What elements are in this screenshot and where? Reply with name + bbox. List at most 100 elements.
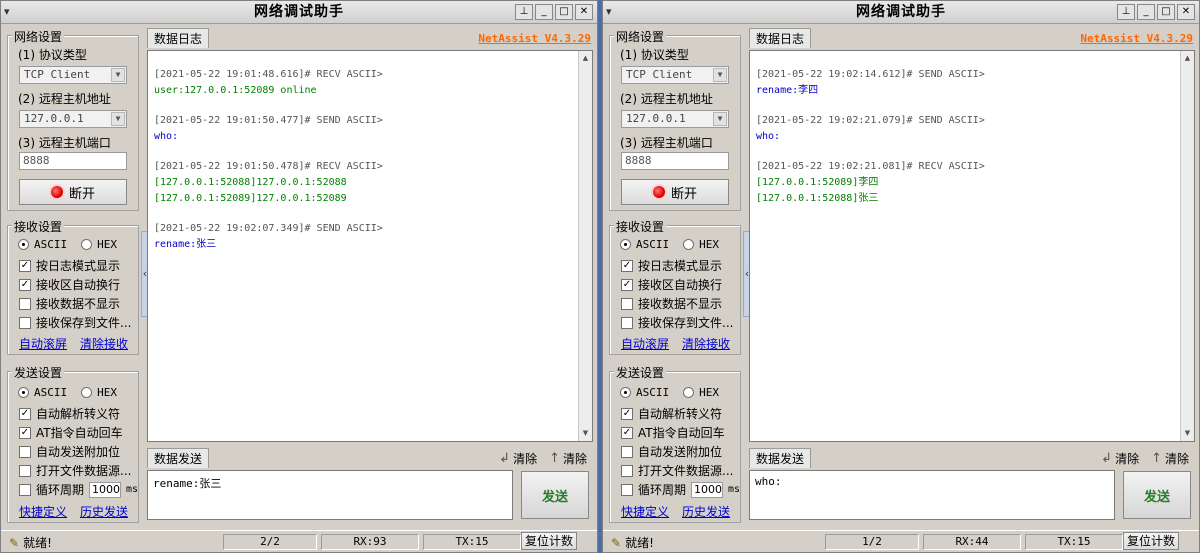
title-bar[interactable]: ▾ 网络调试助手 ⊥ _ □ ✕ — [1, 1, 597, 24]
disconnect-button[interactable]: 断开 — [19, 179, 127, 205]
send-append-bit-checkbox[interactable]: 自动发送附加位 — [621, 443, 722, 460]
send-escape-checkbox[interactable]: ✓ 自动解析转义符 — [621, 405, 722, 422]
log-entry-header: [2021-05-22 19:01:50.477]# SEND ASCII> — [154, 115, 383, 126]
send-ascii-radio[interactable]: ASCII — [18, 386, 67, 399]
host-input[interactable]: 127.0.0.1 ▼ — [621, 110, 729, 128]
recv-ascii-radio[interactable]: ASCII — [18, 238, 67, 251]
close-button[interactable]: ✕ — [575, 4, 593, 20]
minimize-button[interactable]: _ — [535, 4, 553, 20]
data-log-area[interactable]: [2021-05-22 19:02:14.612]# SEND ASCII> re… — [749, 50, 1195, 442]
arrow-down-icon: ↲ — [1101, 451, 1113, 466]
protocol-select[interactable]: TCP Client ▼ — [19, 66, 127, 84]
cycle-unit: ms — [728, 484, 741, 495]
send-file-source-checkbox[interactable]: 打开文件数据源... — [19, 462, 131, 479]
send-file-source-checkbox[interactable]: 打开文件数据源... — [621, 462, 733, 479]
log-entry: [2021-05-22 19:02:07.349]# SEND ASCII> re… — [154, 221, 574, 253]
tab-data-log[interactable]: 数据日志 — [147, 28, 210, 48]
clear-send-button[interactable]: ↑ 清除 — [1151, 450, 1189, 467]
history-link[interactable]: 历史发送 — [682, 503, 730, 520]
log-scrollbar[interactable]: ▲ ▼ — [578, 51, 592, 441]
send-cycle-checkbox[interactable]: 循环周期 1000 ms — [621, 481, 740, 498]
send-hex-radio[interactable]: HEX — [81, 386, 117, 399]
clear-receive-link[interactable]: 清除接收 — [682, 335, 730, 352]
recv-hex-radio[interactable]: HEX — [683, 238, 719, 251]
log-content: [2021-05-22 19:01:48.616]# RECV ASCII> us… — [154, 67, 574, 267]
autoscroll-link[interactable]: 自动滚屏 — [621, 335, 669, 352]
shortcut-link[interactable]: 快捷定义 — [621, 503, 669, 520]
protocol-select[interactable]: TCP Client ▼ — [621, 66, 729, 84]
brand-link[interactable]: NetAssist V4.3.29 — [1080, 32, 1193, 45]
host-input[interactable]: 127.0.0.1 ▼ — [19, 110, 127, 128]
status-ready: ✎ 就绪! — [611, 535, 654, 551]
send-hex-radio[interactable]: HEX — [683, 386, 719, 399]
status-count: 1/2 — [825, 534, 919, 550]
close-button[interactable]: ✕ — [1177, 4, 1195, 20]
recv-hide-data-checkbox[interactable]: 接收数据不显示 — [621, 295, 722, 312]
settings-panel: 网络设置 (1) 协议类型 TCP Client ▼ (2) 远程主机地址 12… — [7, 27, 139, 528]
shortcut-link[interactable]: 快捷定义 — [19, 503, 67, 520]
maximize-button[interactable]: □ — [555, 4, 573, 20]
send-settings-label: 发送设置 — [614, 364, 667, 381]
recv-log-mode-checkbox[interactable]: ✓ 按日志模式显示 — [621, 257, 722, 274]
log-scrollbar[interactable]: ▲ ▼ — [1180, 51, 1194, 441]
send-escape-checkbox[interactable]: ✓ 自动解析转义符 — [19, 405, 120, 422]
reset-count-button[interactable]: 复位计数 — [521, 532, 577, 550]
recv-save-file-checkbox[interactable]: 接收保存到文件... — [621, 314, 733, 331]
send-cycle-checkbox[interactable]: 循环周期 1000 ms — [19, 481, 138, 498]
scroll-up-icon[interactable]: ▲ — [580, 53, 591, 64]
minimize-button[interactable]: _ — [1137, 4, 1155, 20]
history-link[interactable]: 历史发送 — [80, 503, 128, 520]
tab-data-send[interactable]: 数据发送 — [147, 448, 210, 468]
tab-data-log[interactable]: 数据日志 — [749, 28, 812, 48]
chevron-down-icon[interactable]: ▼ — [713, 68, 727, 82]
port-input[interactable]: 8888 — [19, 152, 127, 170]
chevron-down-icon[interactable]: ▼ — [713, 112, 727, 126]
log-line: who: — [756, 131, 781, 142]
recv-log-mode-checkbox[interactable]: ✓ 按日志模式显示 — [19, 257, 120, 274]
pin-icon[interactable]: ⊥ — [515, 4, 533, 20]
disconnect-button[interactable]: 断开 — [621, 179, 729, 205]
send-ascii-radio[interactable]: ASCII — [620, 386, 669, 399]
brand-link[interactable]: NetAssist V4.3.29 — [478, 32, 591, 45]
cycle-period-input[interactable]: 1000 — [89, 481, 122, 498]
tab-data-send[interactable]: 数据发送 — [749, 448, 812, 468]
port-input[interactable]: 8888 — [621, 152, 729, 170]
autoscroll-link[interactable]: 自动滚屏 — [19, 335, 67, 352]
cycle-period-input[interactable]: 1000 — [691, 481, 724, 498]
receive-settings-label: 接收设置 — [614, 218, 667, 235]
send-at-cr-checkbox[interactable]: ✓ AT指令自动回车 — [621, 424, 725, 441]
send-at-cr-checkbox[interactable]: ✓ AT指令自动回车 — [19, 424, 123, 441]
log-line: rename:张三 — [154, 239, 217, 250]
port-label: (3) 远程主机端口 — [620, 136, 713, 150]
clear-log-button[interactable]: ↲ 清除 — [499, 450, 537, 467]
status-rx: RX:44 — [923, 534, 1021, 550]
title-bar[interactable]: ▾ 网络调试助手 ⊥ _ □ ✕ — [603, 1, 1199, 24]
send-input[interactable]: who: — [749, 470, 1115, 520]
scroll-up-icon[interactable]: ▲ — [1182, 53, 1193, 64]
scroll-down-icon[interactable]: ▼ — [1182, 428, 1193, 439]
recv-hide-data-checkbox[interactable]: 接收数据不显示 — [19, 295, 120, 312]
status-ready: ✎ 就绪! — [9, 535, 52, 551]
maximize-button[interactable]: □ — [1157, 4, 1175, 20]
chevron-down-icon[interactable]: ▼ — [111, 68, 125, 82]
send-settings-group: 发送设置 ASCII HEX ✓ 自动解析转义符 ✓ AT指令自动回车 自动发送附加… — [7, 364, 139, 523]
recv-ascii-radio[interactable]: ASCII — [620, 238, 669, 251]
scroll-down-icon[interactable]: ▼ — [580, 428, 591, 439]
data-log-area[interactable]: [2021-05-22 19:01:48.616]# RECV ASCII> us… — [147, 50, 593, 442]
pin-icon[interactable]: ⊥ — [1117, 4, 1135, 20]
send-button[interactable]: 发送 — [521, 471, 589, 519]
send-input[interactable]: rename:张三 — [147, 470, 513, 520]
clear-send-button[interactable]: ↑ 清除 — [549, 450, 587, 467]
arrow-up-icon: ↑ — [549, 451, 560, 466]
chevron-down-icon[interactable]: ▼ — [111, 112, 125, 126]
recv-save-file-checkbox[interactable]: 接收保存到文件... — [19, 314, 131, 331]
clear-log-button[interactable]: ↲ 清除 — [1101, 450, 1139, 467]
send-button[interactable]: 发送 — [1123, 471, 1191, 519]
recv-auto-wrap-checkbox[interactable]: ✓ 接收区自动换行 — [19, 276, 120, 293]
reset-count-button[interactable]: 复位计数 — [1123, 532, 1179, 550]
recv-auto-wrap-checkbox[interactable]: ✓ 接收区自动换行 — [621, 276, 722, 293]
send-append-bit-checkbox[interactable]: 自动发送附加位 — [19, 443, 120, 460]
clear-receive-link[interactable]: 清除接收 — [80, 335, 128, 352]
log-line: rename:李四 — [756, 85, 819, 96]
recv-hex-radio[interactable]: HEX — [81, 238, 117, 251]
